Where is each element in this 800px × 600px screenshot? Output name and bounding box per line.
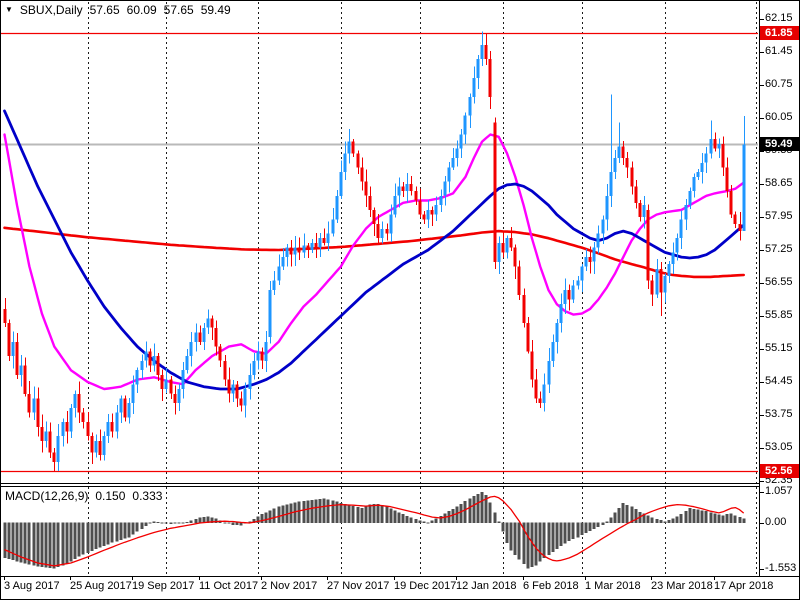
- price-level-badge: 59.49: [760, 137, 799, 151]
- price-level-badge: 61.85: [760, 26, 799, 40]
- price-axis-tick: [760, 283, 764, 284]
- price-axis-label: 57.95: [765, 210, 793, 222]
- price-level-badge: 52.56: [760, 464, 799, 478]
- month-gridlines: [88, 2, 757, 483]
- price-axis-tick: [760, 448, 764, 449]
- macd-axis-tick: [760, 523, 764, 524]
- macd-indicator-label: MACD(12,26,9) 0.150 0.333: [5, 489, 162, 503]
- time-axis-label: 1 Mar 2018: [585, 580, 641, 592]
- price-axis-tick: [760, 382, 764, 383]
- macd-signal-value: 0.333: [132, 489, 163, 503]
- price-axis-label: 61.45: [765, 45, 793, 57]
- price-axis-label: 55.15: [765, 342, 793, 354]
- price-axis-tick: [760, 118, 764, 119]
- price-axis-label: 55.85: [765, 309, 793, 321]
- price-axis-tick: [760, 184, 764, 185]
- price-axis-tick: [760, 481, 764, 482]
- chart-window: ▼ SBUX,Daily 57.65 60.09 57.65 59.49 MAC…: [0, 0, 800, 600]
- time-axis-label: 3 Aug 2017: [4, 580, 60, 592]
- price-chart-pane[interactable]: [1, 1, 760, 483]
- price-axis-tick: [760, 316, 764, 317]
- price-axis-label: 53.75: [765, 408, 793, 420]
- price-axis-tick: [760, 151, 764, 152]
- quote-high: 60.09: [126, 3, 157, 17]
- price-axis-label: 60.05: [765, 111, 793, 123]
- quote-open: 57.65: [89, 3, 120, 17]
- macd-name: MACD(12,26,9): [5, 489, 89, 503]
- price-axis-label: 57.25: [765, 243, 793, 255]
- time-axis-label: 27 Nov 2017: [327, 580, 390, 592]
- pane-separator-bottom[interactable]: [1, 486, 760, 487]
- time-axis-label: 2 Nov 2017: [261, 580, 318, 592]
- time-axis-label: 23 Mar 2018: [651, 580, 713, 592]
- macd-axis-tick: [760, 569, 764, 570]
- price-axis-tick: [760, 250, 764, 251]
- quote-line: ▼ SBUX,Daily 57.65 60.09 57.65 59.49: [5, 3, 231, 17]
- month-gridlines-macd: [88, 487, 757, 576]
- price-axis-label: 62.15: [765, 12, 793, 24]
- symbol-period-label: SBUX,Daily: [19, 3, 83, 17]
- time-axis-label: 6 Feb 2018: [523, 580, 579, 592]
- time-axis-label: 19 Sep 2017: [132, 580, 195, 592]
- macd-axis-label: -1.553: [765, 562, 797, 574]
- price-axis-tick: [760, 217, 764, 218]
- chart-dropdown-arrow-icon: ▼: [5, 5, 13, 14]
- price-axis-label: 56.55: [765, 276, 793, 288]
- price-axis-tick: [760, 52, 764, 53]
- pane-separator-top[interactable]: [1, 483, 760, 484]
- mid-sma-line: [3, 109, 746, 391]
- time-axis[interactable]: 3 Aug 2017 25 Aug 2017 19 Sep 2017 11 Oct 2…: [1, 577, 799, 599]
- macd-axis-label: 1.057: [765, 485, 793, 497]
- time-axis-label: 11 Oct 2017: [199, 580, 259, 592]
- candles: [3, 31, 746, 472]
- macd-axis-tick: [760, 492, 764, 493]
- price-axis-tick: [760, 85, 764, 86]
- price-axis-label: 54.45: [765, 375, 793, 387]
- quote-low: 57.65: [163, 3, 194, 17]
- quote-close: 59.49: [200, 3, 231, 17]
- macd-axis-label: 0.00: [765, 516, 787, 528]
- price-axis-label: 53.05: [765, 441, 793, 453]
- time-axis-label: 17 Apr 2018: [714, 580, 774, 592]
- price-axis-tick: [760, 415, 764, 416]
- price-axis-label: 60.75: [765, 78, 793, 90]
- time-axis-label: 19 Dec 2017: [394, 580, 457, 592]
- price-axis-tick: [760, 349, 764, 350]
- macd-histogram: [3, 491, 746, 569]
- price-axis[interactable]: 62.1561.8561.4560.7560.0559.4959.3558.65…: [760, 1, 799, 576]
- price-axis-label: 58.65: [765, 177, 793, 189]
- time-axis-label: 25 Aug 2017: [70, 580, 132, 592]
- macd-main-value: 0.150: [95, 489, 126, 503]
- price-axis-tick: [760, 19, 764, 20]
- time-axis-label: 12 Jan 2018: [456, 580, 517, 592]
